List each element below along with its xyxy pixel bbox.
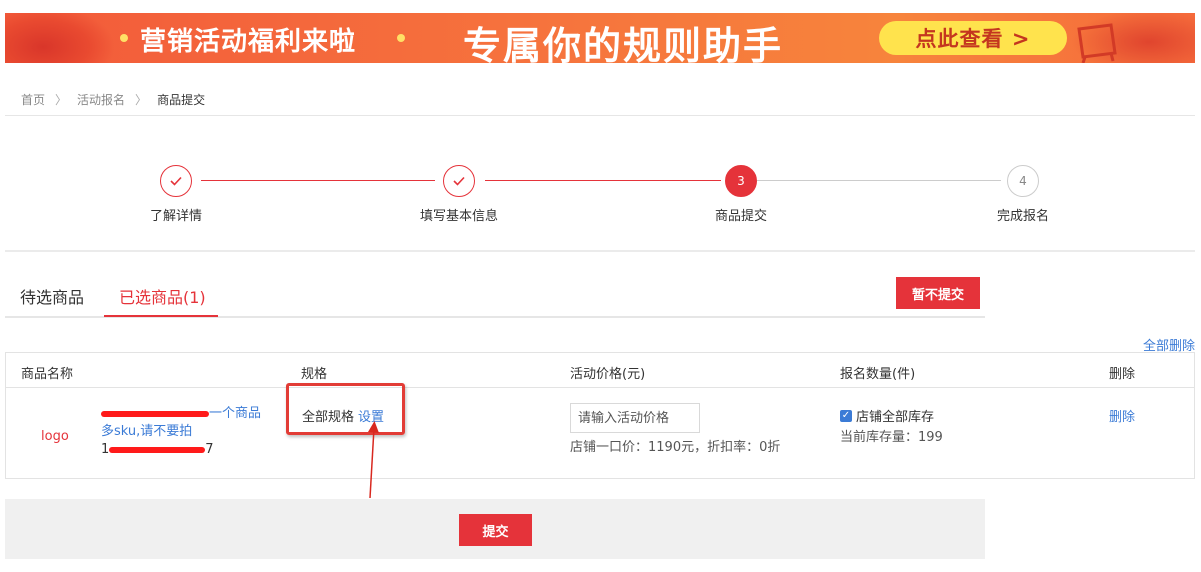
product-logo: logo [41,429,69,444]
header-quantity: 报名数量(件) [840,367,916,382]
table-header: 商品名称 规格 活动价格(元) 报名数量(件) 删除 [6,353,1194,388]
hold-submit-button[interactable]: 暂不提交 [896,277,980,309]
spec-all-label: 全部规格 [302,410,355,425]
step-connector [757,180,1001,181]
product-id-prefix: 1 [101,442,110,457]
product-name-line2: 多sku,请不要拍 [101,424,193,439]
header-product-name: 商品名称 [21,367,74,382]
selected-products-table: 商品名称 规格 活动价格(元) 报名数量(件) 删除 logo 一个商品 多sk… [5,352,1195,479]
row-delete-link[interactable]: 删除 [1109,406,1135,425]
stock-checkbox-row[interactable]: ✓ 店铺全部库存 [840,406,934,425]
step-connector [485,180,721,181]
product-tabs: 待选商品 已选商品(1) 暂不提交 [5,270,985,318]
step-4-number: 4 [1007,165,1039,197]
annotation-arrow-icon [368,421,379,499]
chair-icon [1077,23,1117,63]
submit-button[interactable]: 提交 [459,514,532,546]
header-delete: 删除 [1109,367,1136,382]
tab-selected-products[interactable]: 已选商品(1) [119,284,206,308]
step-1-check-icon [160,165,192,197]
step-3-label: 商品提交 [714,209,768,224]
current-stock: 当前库存量：199 [840,430,943,445]
breadcrumb-activity-signup[interactable]: 活动报名 [77,91,125,108]
activity-price-input[interactable] [570,403,700,433]
checkbox-checked-icon[interactable]: ✓ [840,409,852,422]
step-2-check-icon [443,165,475,197]
breadcrumb-home[interactable]: 首页 [21,91,45,108]
tab-pending-products[interactable]: 待选商品 [20,284,84,308]
product-id-suffix: 7 [205,442,214,457]
progress-steps: 了解详情 填写基本信息 3 商品提交 4 完成报名 [5,120,1195,252]
header-spec: 规格 [301,367,328,382]
step-connector [201,180,435,181]
stock-checkbox-label: 店铺全部库存 [856,410,935,425]
submit-bar: 提交 [5,499,985,559]
active-tab-indicator [104,315,218,317]
step-2-label: 填写基本信息 [419,209,499,224]
banner-decoration-left [5,13,115,63]
chevron-right-icon: 〉 [135,93,148,107]
banner-title: 专属你的规则助手 [463,24,784,63]
product-name-suffix: 一个商品 [209,406,262,421]
banner-view-button[interactable]: 点此查看 > [879,21,1067,55]
chevron-right-icon: 〉 [55,93,68,107]
step-4-label: 完成报名 [996,209,1050,224]
breadcrumb: 首页 〉 活动报名 〉 商品提交 [5,84,1195,116]
price-note: 店铺一口价：1190元，折扣率：0折 [570,440,781,455]
breadcrumb-current: 商品提交 [157,93,206,107]
banner-dot-icon [397,34,405,42]
step-1-label: 了解详情 [149,209,203,224]
step-3-number: 3 [725,165,757,197]
banner-subtitle: 营销活动福利来啦 [140,27,357,57]
product-name-link[interactable]: 一个商品 多sku,请不要拍 1 7 [101,405,276,459]
redaction-mark [109,446,206,453]
header-activity-price: 活动价格(元) [570,367,646,382]
banner-dot-icon [120,34,128,42]
promo-banner[interactable]: 营销活动福利来啦 专属你的规则助手 点此查看 > [5,13,1195,63]
redaction-mark [101,410,209,417]
